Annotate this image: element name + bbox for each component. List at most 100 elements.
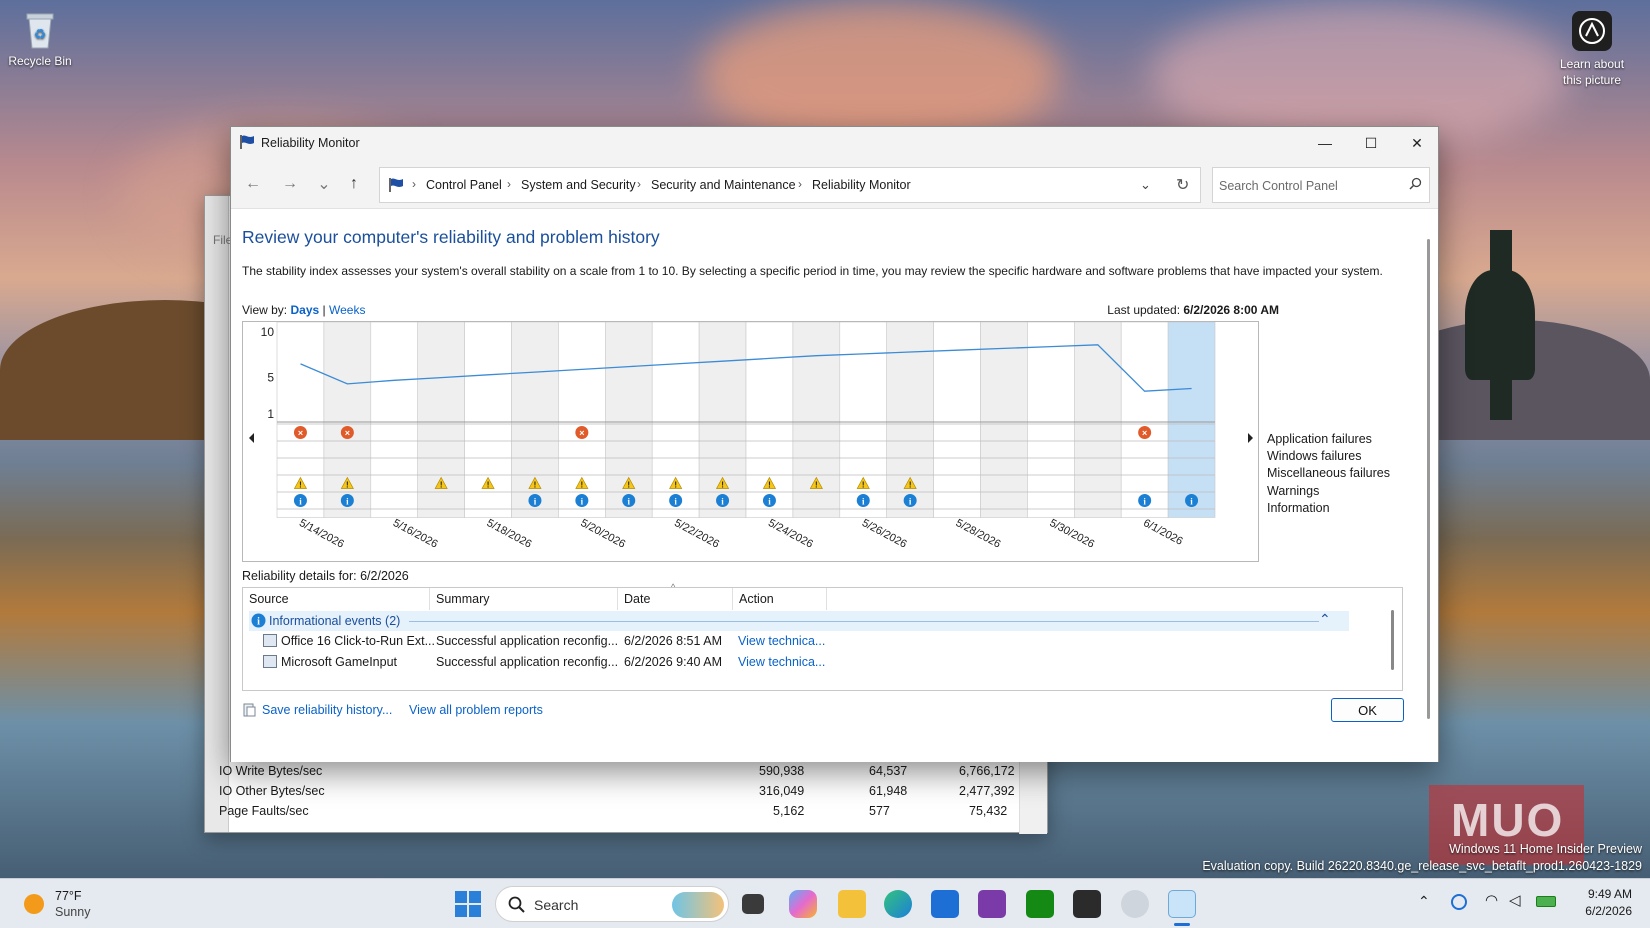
chevron-right-icon: › xyxy=(637,177,641,191)
file-explorer-icon[interactable] xyxy=(838,890,866,918)
row-date: 6/2/2026 9:40 AM xyxy=(624,655,722,669)
view-all-problem-reports-link[interactable]: View all problem reports xyxy=(409,703,543,717)
chart-column[interactable] xyxy=(1073,322,1122,518)
view-technical-details-link[interactable]: View technica... xyxy=(738,655,825,669)
breadcrumb-system-security[interactable]: System and Security xyxy=(521,178,636,192)
view-technical-details-link[interactable]: View technica... xyxy=(738,634,825,648)
table-row[interactable]: Office 16 Click-to-Run Ext... Successful… xyxy=(243,631,1343,652)
back-button[interactable]: ← xyxy=(240,173,266,195)
spotlight-info[interactable]: Learn about this picture xyxy=(1552,10,1632,88)
chevron-right-icon: › xyxy=(507,177,511,191)
close-button[interactable]: ✕ xyxy=(1394,127,1440,159)
row-summary: Successful application reconfig... xyxy=(436,634,619,648)
warning-mark: ! xyxy=(721,481,724,490)
control-panel-icon xyxy=(388,177,406,196)
maximize-button[interactable]: ☐ xyxy=(1348,127,1394,159)
x-tick-label: 5/14/2026 xyxy=(297,517,346,551)
view-weeks-link[interactable]: Weeks xyxy=(329,303,365,317)
terminal-icon[interactable] xyxy=(1073,890,1101,918)
warning-mark: ! xyxy=(627,481,630,490)
edge-icon[interactable] xyxy=(884,890,912,918)
breadcrumb-control-panel[interactable]: Control Panel xyxy=(426,178,502,192)
table-row[interactable]: Microsoft GameInput Successful applicati… xyxy=(243,652,1343,673)
security-icon[interactable] xyxy=(1451,894,1467,910)
reliability-monitor-taskbar-icon[interactable] xyxy=(1168,890,1196,918)
error-mark: × xyxy=(345,428,350,438)
col-action[interactable]: Action xyxy=(733,588,827,610)
collapse-icon[interactable]: ⌃ xyxy=(1319,611,1331,628)
group-informational-events[interactable]: i Informational events (2) ⌃ xyxy=(249,611,1349,631)
breadcrumb-reliability-monitor[interactable]: Reliability Monitor xyxy=(812,178,911,192)
save-reliability-history-link[interactable]: Save reliability history... xyxy=(262,703,392,717)
chart-column[interactable] xyxy=(1120,322,1169,518)
warning-mark: ! xyxy=(815,481,818,490)
col-date[interactable]: Date xyxy=(618,588,733,610)
forward-button[interactable]: → xyxy=(277,173,303,195)
chart-column[interactable] xyxy=(1167,322,1216,518)
start-button[interactable] xyxy=(455,891,481,920)
volume-icon[interactable]: ◁ xyxy=(1509,891,1521,909)
window-scrollbar[interactable] xyxy=(1427,239,1430,719)
col-summary[interactable]: Summary xyxy=(430,588,618,610)
col-source[interactable]: Source xyxy=(243,588,430,610)
app-purple-icon[interactable] xyxy=(978,890,1006,918)
table-scrollbar[interactable] xyxy=(1391,610,1394,670)
spotlight-label: Learn about this picture xyxy=(1559,57,1625,87)
error-mark: × xyxy=(298,428,303,438)
chevron-down-icon[interactable]: ⌄ xyxy=(1140,177,1151,193)
clock[interactable]: 9:49 AM 6/2/2026 xyxy=(1572,886,1632,920)
minimize-button[interactable]: — xyxy=(1302,127,1348,159)
ok-button[interactable]: OK xyxy=(1331,698,1404,722)
scroll-right-arrow[interactable] xyxy=(1248,433,1253,443)
warning-mark: ! xyxy=(299,481,302,490)
scroll-left-arrow[interactable] xyxy=(249,433,254,443)
y-tick-label: 5 xyxy=(267,371,274,385)
chart-column[interactable] xyxy=(1027,322,1075,518)
flag-icon xyxy=(239,134,257,153)
bg-row: IO Other Bytes/sec 316,049 61,948 2,477,… xyxy=(219,784,1015,798)
sun-icon xyxy=(24,894,44,914)
bg-row: IO Write Bytes/sec 590,938 64,537 6,766,… xyxy=(219,764,1015,778)
x-tick-label: 5/24/2026 xyxy=(766,517,815,551)
recent-locations-button[interactable]: ⌄ xyxy=(311,173,337,195)
taskbar-search[interactable]: Search xyxy=(495,886,729,922)
up-button[interactable]: ↑ xyxy=(341,173,367,195)
details-table[interactable]: Source Summary Date Action ^ i Informati… xyxy=(242,582,1403,691)
row-date: 6/2/2026 8:51 AM xyxy=(624,634,722,648)
warning-mark: ! xyxy=(674,481,677,490)
x-tick-label: 5/18/2026 xyxy=(485,517,534,551)
xbox-icon[interactable] xyxy=(1026,890,1054,918)
address-bar[interactable]: › Control Panel › System and Security › … xyxy=(379,167,1201,203)
warning-mark: ! xyxy=(534,481,537,490)
view-by-label: View by: xyxy=(242,303,288,317)
wifi-icon[interactable]: ◠ xyxy=(1485,891,1498,909)
chevron-right-icon: › xyxy=(412,177,416,191)
svg-text:i: i xyxy=(257,617,260,628)
store-icon[interactable] xyxy=(931,890,959,918)
copilot-icon[interactable] xyxy=(789,890,817,918)
recycle-bin[interactable]: ♻ Recycle Bin xyxy=(0,8,80,68)
y-tick-label: 1 xyxy=(267,407,274,421)
chevron-up-icon[interactable]: ⌃ xyxy=(1418,893,1430,910)
refresh-icon[interactable]: ↻ xyxy=(1176,175,1189,195)
chart-column[interactable] xyxy=(370,322,419,518)
search-box[interactable] xyxy=(1212,167,1430,203)
search-input[interactable] xyxy=(1219,176,1399,196)
warning-mark: ! xyxy=(487,481,490,490)
chart-svg[interactable]: 1051× × × ×!!!!!!!!!!!! !i i i i i i i i i i i i5/14/20… xyxy=(243,322,1260,563)
title-bar[interactable]: Reliability Monitor — ☐ ✕ xyxy=(231,127,1438,159)
search-icon[interactable] xyxy=(1409,177,1422,193)
warning-mark: ! xyxy=(862,481,865,490)
breadcrumb-security-maintenance[interactable]: Security and Maintenance xyxy=(651,178,796,192)
view-days-link[interactable]: Days xyxy=(290,303,319,317)
reliability-chart[interactable]: 10 5 1 × × × ×!!!!!!!!!!!!! i i i i i i i i i i i i 5/14/20… xyxy=(242,321,1259,562)
x-tick-label: 5/16/2026 xyxy=(391,517,440,551)
resource-monitor-icon[interactable] xyxy=(1121,890,1149,918)
chart-column[interactable] xyxy=(980,322,1028,518)
battery-icon[interactable] xyxy=(1536,896,1556,907)
save-history-icon xyxy=(242,703,256,720)
x-tick-label: 5/20/2026 xyxy=(578,517,627,551)
task-view-icon[interactable] xyxy=(742,894,764,914)
bg-row: Page Faults/sec 5,162 577 75,432 xyxy=(219,804,1008,818)
weather-condition: Sunny xyxy=(55,905,91,919)
